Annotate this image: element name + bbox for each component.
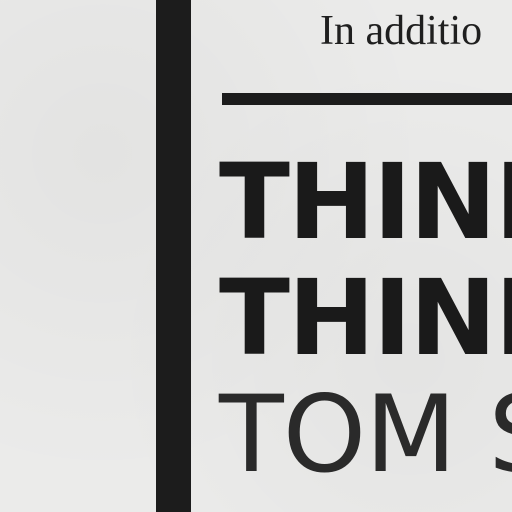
vertical-black-rule [156,0,191,512]
horizontal-black-rule [222,93,512,105]
heading-line-3: TOM S [219,373,512,496]
heading-line-2: THINKI [219,257,512,379]
intro-text: In additio [320,8,483,54]
page-content: In additio THINKI THINKI TOM S [191,0,512,512]
heading-line-1: THINKI [219,141,512,263]
